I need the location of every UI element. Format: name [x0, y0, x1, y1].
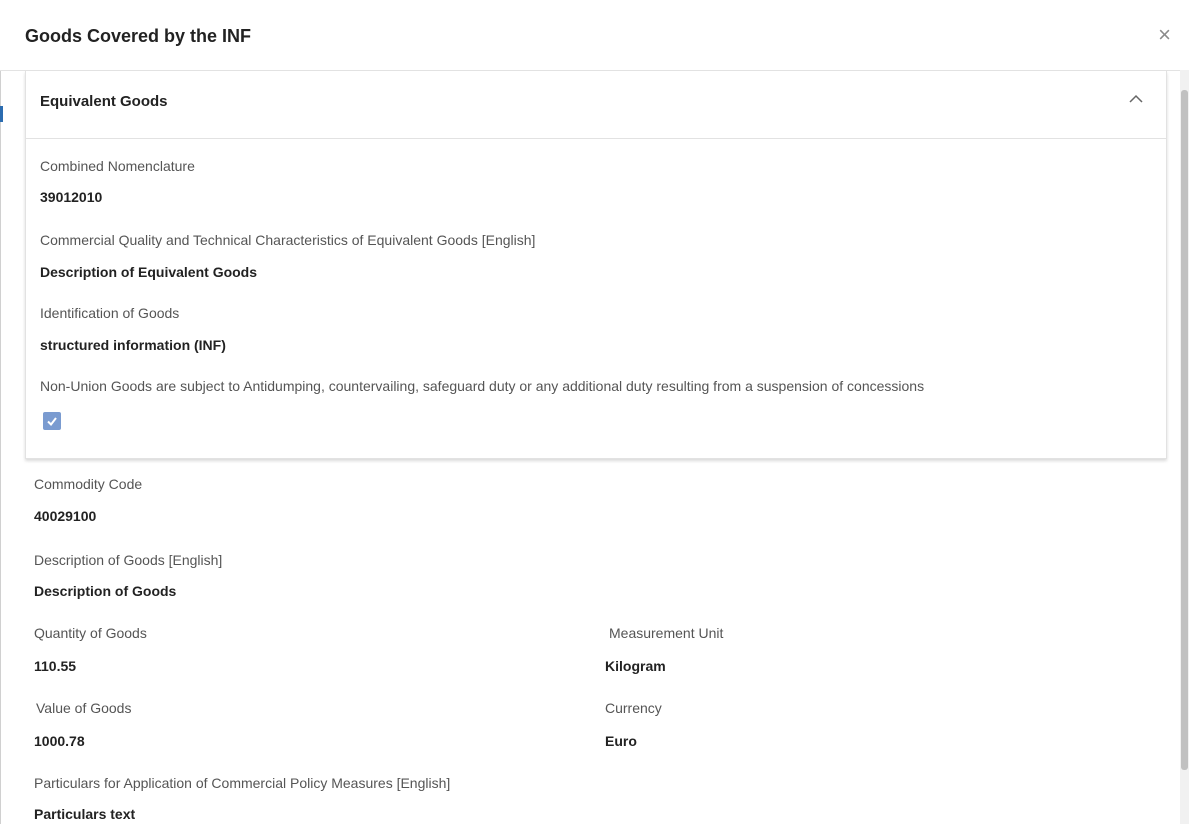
- commodity-code-value: 40029100: [34, 508, 97, 524]
- modal-header: Goods Covered by the INF ×: [0, 0, 1189, 71]
- currency-value: Euro: [605, 733, 637, 749]
- chevron-up-icon[interactable]: [1128, 91, 1144, 107]
- description-of-goods-label: Description of Goods [English]: [34, 552, 223, 568]
- identification-label: Identification of Goods: [40, 305, 180, 321]
- quantity-of-goods-label: Quantity of Goods: [34, 625, 147, 641]
- particulars-label: Particulars for Application of Commercia…: [34, 775, 451, 791]
- equivalent-goods-panel-header[interactable]: Equivalent Goods: [26, 71, 1166, 139]
- goods-covered-modal: Goods Covered by the INF × Equivalent Go…: [0, 0, 1189, 824]
- commercial-quality-value: Description of Equivalent Goods: [40, 264, 258, 280]
- description-of-goods-value: Description of Goods: [34, 583, 177, 599]
- combined-nomenclature-label: Combined Nomenclature: [40, 158, 195, 174]
- currency-label: Currency: [605, 700, 662, 716]
- panel-title: Equivalent Goods: [40, 93, 168, 110]
- non-union-goods-checkbox[interactable]: [43, 412, 61, 430]
- measurement-unit-label: Measurement Unit: [609, 625, 724, 641]
- value-of-goods-value: 1000.78: [34, 733, 85, 749]
- combined-nomenclature-value: 39012010: [40, 189, 103, 205]
- commodity-code-label: Commodity Code: [34, 476, 143, 492]
- quantity-of-goods-value: 110.55: [34, 658, 77, 674]
- identification-value: structured information (INF): [40, 337, 226, 353]
- left-border: [0, 0, 1, 824]
- measurement-unit-value: Kilogram: [605, 658, 666, 674]
- equivalent-goods-panel: Equivalent Goods Combined Nomenclature 3…: [25, 71, 1167, 459]
- modal-title: Goods Covered by the INF: [25, 26, 252, 46]
- non-union-goods-label: Non-Union Goods are subject to Antidumpi…: [40, 378, 925, 394]
- value-of-goods-label: Value of Goods: [36, 700, 132, 716]
- left-accent-mark: [0, 106, 3, 122]
- scrollbar-thumb[interactable]: [1181, 90, 1188, 770]
- commercial-quality-label: Commercial Quality and Technical Charact…: [40, 232, 536, 248]
- particulars-value: Particulars text: [34, 806, 136, 822]
- close-icon[interactable]: ×: [1158, 24, 1171, 46]
